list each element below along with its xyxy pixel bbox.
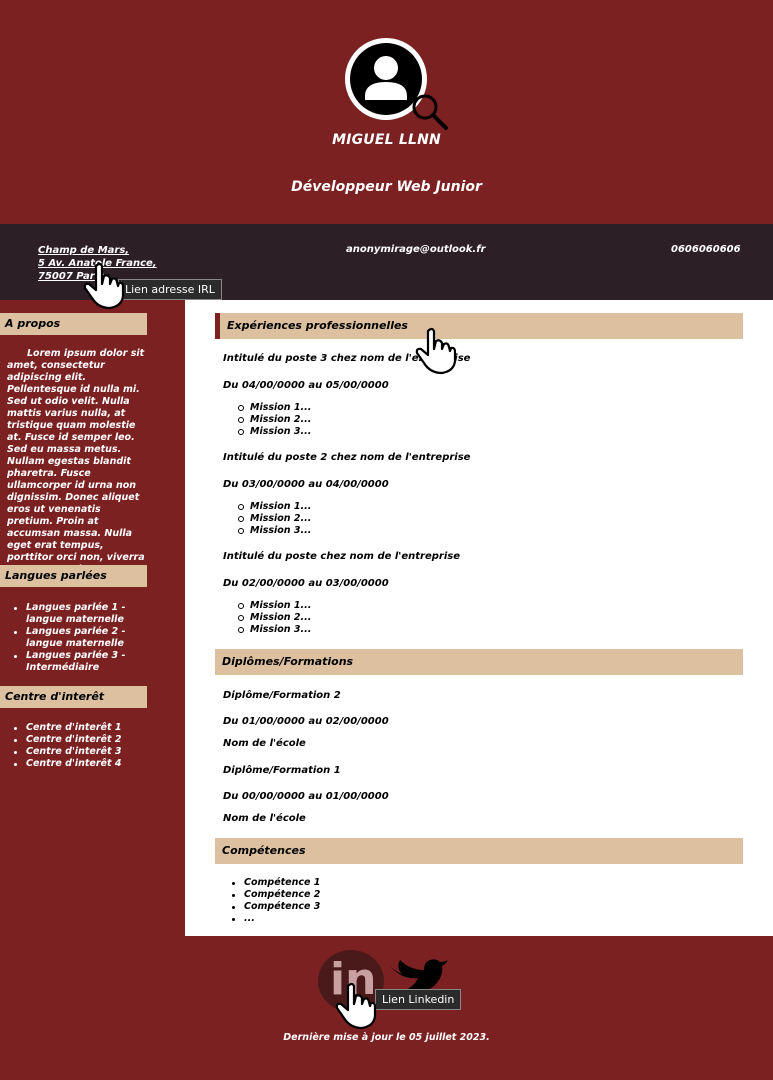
languages-heading: Langues parlées bbox=[0, 565, 147, 587]
candidate-name: MIGUEL LLNN bbox=[332, 132, 441, 148]
main-panel: Expériences professionnelles Intitulé du… bbox=[185, 300, 773, 936]
list-item: Compétence 3 bbox=[231, 901, 321, 912]
list-item: Centre d'interêt 3 bbox=[14, 746, 146, 758]
diploma-title: Diplôme/Formation 1 bbox=[223, 765, 341, 776]
school-name: Nom de l'école bbox=[223, 813, 306, 824]
diploma-dates: Du 01/00/0000 au 02/00/0000 bbox=[223, 716, 389, 727]
hand-pointer-icon bbox=[335, 982, 377, 1030]
list-item: Langues parlée 2 - langue maternelle bbox=[14, 626, 146, 650]
last-updated: Dernière mise à jour le 05 juillet 2023. bbox=[283, 1032, 490, 1043]
languages-list: Langues parlée 1 - langue maternelle Lan… bbox=[14, 602, 146, 674]
missions-list: Mission 1... Mission 2... Mission 3... bbox=[237, 501, 312, 537]
list-item: Centre d'interêt 4 bbox=[14, 758, 146, 770]
school-name: Nom de l'école bbox=[223, 738, 306, 749]
list-item: Mission 1... bbox=[237, 402, 312, 413]
job-dates: Du 04/00/0000 au 05/00/0000 bbox=[223, 380, 389, 391]
magnifier-icon bbox=[412, 94, 448, 130]
linkedin-tooltip: Lien Linkedin bbox=[375, 989, 462, 1010]
interests-heading: Centre d'interêt bbox=[0, 686, 147, 708]
address-line-1[interactable]: Champ de Mars, bbox=[38, 245, 129, 256]
hand-pointer-icon bbox=[415, 327, 457, 375]
interests-list: Centre d'interêt 1 Centre d'interêt 2 Ce… bbox=[14, 722, 146, 770]
list-item: Mission 1... bbox=[237, 600, 312, 611]
list-item: Mission 1... bbox=[237, 501, 312, 512]
diploma-dates: Du 00/00/0000 au 01/00/0000 bbox=[223, 791, 389, 802]
list-item: Mission 2... bbox=[237, 414, 312, 425]
missions-list: Mission 1... Mission 2... Mission 3... bbox=[237, 402, 312, 438]
skills-heading: Compétences bbox=[215, 838, 743, 864]
list-item: Langues parlée 3 - Intermédiaire bbox=[14, 650, 146, 674]
list-item: Mission 3... bbox=[237, 426, 312, 437]
education-heading: Diplômes/Formations bbox=[215, 649, 743, 675]
hand-pointer-icon bbox=[83, 262, 125, 310]
skills-list: Compétence 1 Compétence 2 Compétence 3 .… bbox=[231, 877, 321, 925]
phone-text: 0606060606 bbox=[671, 244, 741, 255]
list-item: Langues parlée 1 - langue maternelle bbox=[14, 602, 146, 626]
list-item: Mission 3... bbox=[237, 525, 312, 536]
list-item: Centre d'interêt 1 bbox=[14, 722, 146, 734]
header: MIGUEL LLNN Développeur Web Junior bbox=[0, 0, 773, 224]
missions-list: Mission 1... Mission 2... Mission 3... bbox=[237, 600, 312, 636]
list-item: Mission 2... bbox=[237, 513, 312, 524]
list-item: Compétence 2 bbox=[231, 889, 321, 900]
about-text: Lorem ipsum dolor sit amet, consectetur … bbox=[7, 348, 145, 587]
experience-heading[interactable]: Expériences professionnelles bbox=[215, 313, 743, 339]
list-item: Mission 3... bbox=[237, 624, 312, 635]
address-tooltip: Lien adresse IRL bbox=[118, 279, 222, 300]
list-item: Mission 2... bbox=[237, 612, 312, 623]
list-item: Compétence 1 bbox=[231, 877, 321, 888]
email-text: anonymirage@outlook.fr bbox=[346, 244, 486, 255]
job-title: Intitulé du poste chez nom de l'entrepri… bbox=[223, 551, 461, 562]
job-role: Développeur Web Junior bbox=[291, 179, 482, 195]
list-item: ... bbox=[231, 913, 320, 925]
about-heading: A propos bbox=[0, 313, 147, 335]
job-dates: Du 03/00/0000 au 04/00/0000 bbox=[223, 479, 389, 490]
job-dates: Du 02/00/0000 au 03/00/0000 bbox=[223, 578, 389, 589]
job-title: Intitulé du poste 2 chez nom de l'entrep… bbox=[223, 452, 471, 463]
list-item: Centre d'interêt 2 bbox=[14, 734, 146, 746]
diploma-title: Diplôme/Formation 2 bbox=[223, 690, 341, 701]
